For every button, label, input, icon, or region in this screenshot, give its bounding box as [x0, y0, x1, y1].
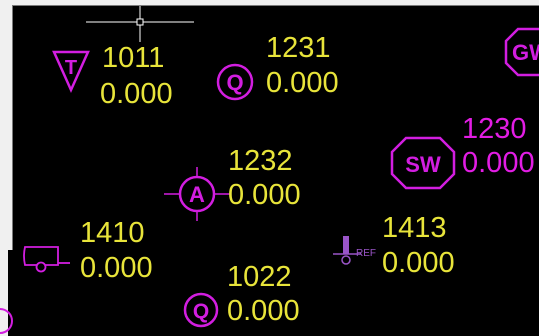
point-number-1413: 1413: [382, 212, 447, 244]
inverted-triangle-icon[interactable]: T: [52, 50, 90, 94]
trailer-icon[interactable]: [22, 243, 72, 273]
gw-symbol-glyph: GW: [512, 40, 539, 65]
circle-marker-icon[interactable]: Q: [216, 63, 254, 101]
left-chrome-strip: [0, 0, 12, 250]
crosshair-icon: [86, 6, 194, 42]
point-elevation-1410: 0.000: [80, 252, 153, 284]
point-elevation-1413: 0.000: [382, 247, 455, 279]
a-symbol-glyph: A: [189, 182, 205, 207]
t-symbol-glyph: T: [65, 57, 77, 79]
point-number-1230: 1230: [462, 113, 527, 145]
point-number-1231: 1231: [266, 32, 331, 64]
point-elevation-1011: 0.000: [100, 78, 173, 110]
octagon-marker-icon[interactable]: SW: [390, 136, 458, 190]
drawing-viewport[interactable]: T 1011 0.000 Q 1231 0.000 GW A 1232 0.00…: [0, 0, 539, 336]
point-elevation-1232: 0.000: [228, 179, 301, 211]
circle-marker-icon[interactable]: Q: [183, 292, 219, 328]
point-number-1011: 1011: [102, 42, 165, 74]
point-elevation-1230: 0.000: [462, 147, 535, 179]
circle-crosshair-marker-icon[interactable]: A: [164, 167, 230, 221]
q-symbol-top-glyph: Q: [226, 70, 243, 95]
point-number-1410: 1410: [80, 217, 145, 249]
point-elevation-1022: 0.000: [227, 295, 300, 327]
left-chrome-divider: [12, 5, 13, 250]
point-elevation-1231: 0.000: [266, 67, 339, 99]
partial-circle-marker-icon: [0, 306, 16, 336]
sw-symbol-glyph: SW: [405, 152, 441, 177]
octagon-marker-icon[interactable]: GW: [504, 27, 539, 77]
point-number-1022: 1022: [227, 261, 292, 293]
ref-tag-label: REF: [356, 248, 376, 259]
cursor-crosshair: [86, 6, 194, 47]
point-number-1232: 1232: [228, 145, 293, 177]
q-symbol-bottom-glyph: Q: [193, 300, 209, 323]
